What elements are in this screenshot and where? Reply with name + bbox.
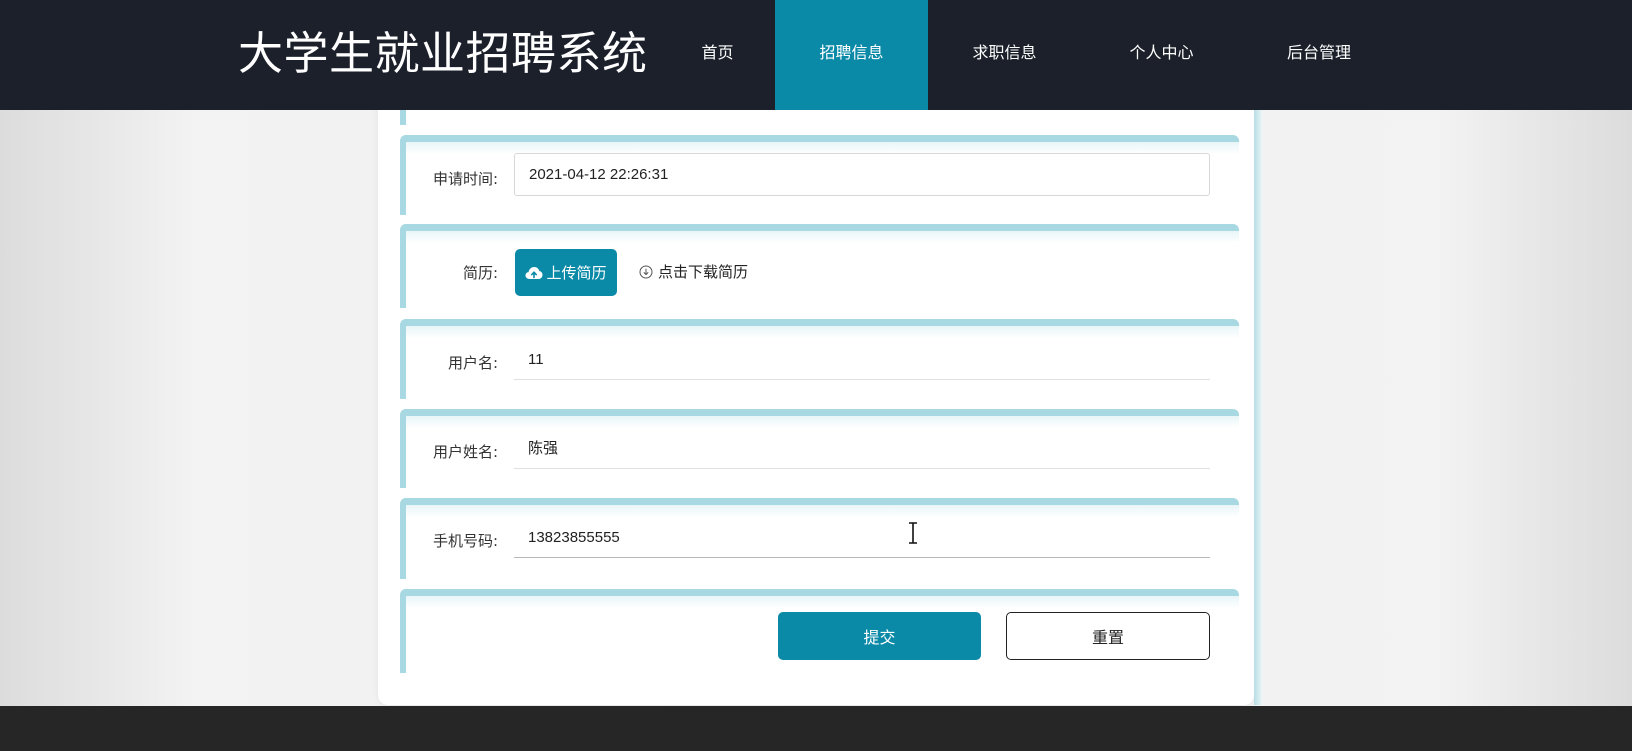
upload-resume-button[interactable]: 上传简历 — [515, 249, 617, 296]
username-label: 用户名: — [447, 354, 498, 372]
text-cursor-icon — [909, 522, 917, 544]
username-field[interactable]: 11 — [514, 340, 1210, 380]
form-row-actions: 提交 重置 — [400, 589, 1239, 673]
real-name-field[interactable]: 陈强 — [514, 429, 1210, 469]
reset-button[interactable]: 重置 — [1006, 612, 1210, 660]
apply-time-field[interactable]: 2021-04-12 22:26:31 — [514, 153, 1210, 196]
form-row-username: 用户名: 11 — [400, 319, 1239, 399]
form-row-partial — [400, 110, 1239, 125]
download-resume-label: 点击下载简历 — [658, 263, 749, 281]
page-footer — [0, 706, 1632, 751]
submit-button[interactable]: 提交 — [778, 612, 981, 660]
nav-personal-center[interactable]: 个人中心 — [1081, 0, 1242, 110]
phone-field[interactable]: 13823855555 — [514, 518, 1210, 558]
phone-label: 手机号码: — [432, 532, 498, 550]
resume-label: 简历: — [462, 264, 498, 282]
form-row-real-name: 用户姓名: 陈强 — [400, 409, 1239, 488]
nav-home[interactable]: 首页 — [660, 0, 775, 110]
download-resume-link[interactable]: 点击下载简历 — [639, 261, 748, 283]
apply-time-label: 申请时间: — [432, 170, 498, 188]
cloud-upload-icon — [525, 266, 543, 279]
top-navbar: 大学生就业招聘系统 首页 招聘信息 求职信息 个人中心 后台管理 — [0, 0, 1632, 110]
form-row-resume: 简历: 上传简历 点击下载简历 — [400, 224, 1239, 308]
download-circle-icon — [639, 265, 653, 279]
upload-resume-label: 上传简历 — [546, 264, 607, 282]
nav-admin[interactable]: 后台管理 — [1242, 0, 1396, 110]
nav-recruitment-info[interactable]: 招聘信息 — [775, 0, 928, 110]
site-title: 大学生就业招聘系统 — [238, 27, 648, 80]
nav-job-seeking-info[interactable]: 求职信息 — [928, 0, 1081, 110]
main-nav: 首页 招聘信息 求职信息 个人中心 后台管理 — [660, 0, 1396, 110]
application-form-card: 申请时间: 2021-04-12 22:26:31 简历: 上传简历 点击下载简… — [378, 80, 1262, 705]
form-row-apply-time: 申请时间: 2021-04-12 22:26:31 — [400, 135, 1239, 215]
form-row-phone: 手机号码: 13823855555 — [400, 498, 1239, 579]
real-name-label: 用户姓名: — [432, 443, 498, 461]
